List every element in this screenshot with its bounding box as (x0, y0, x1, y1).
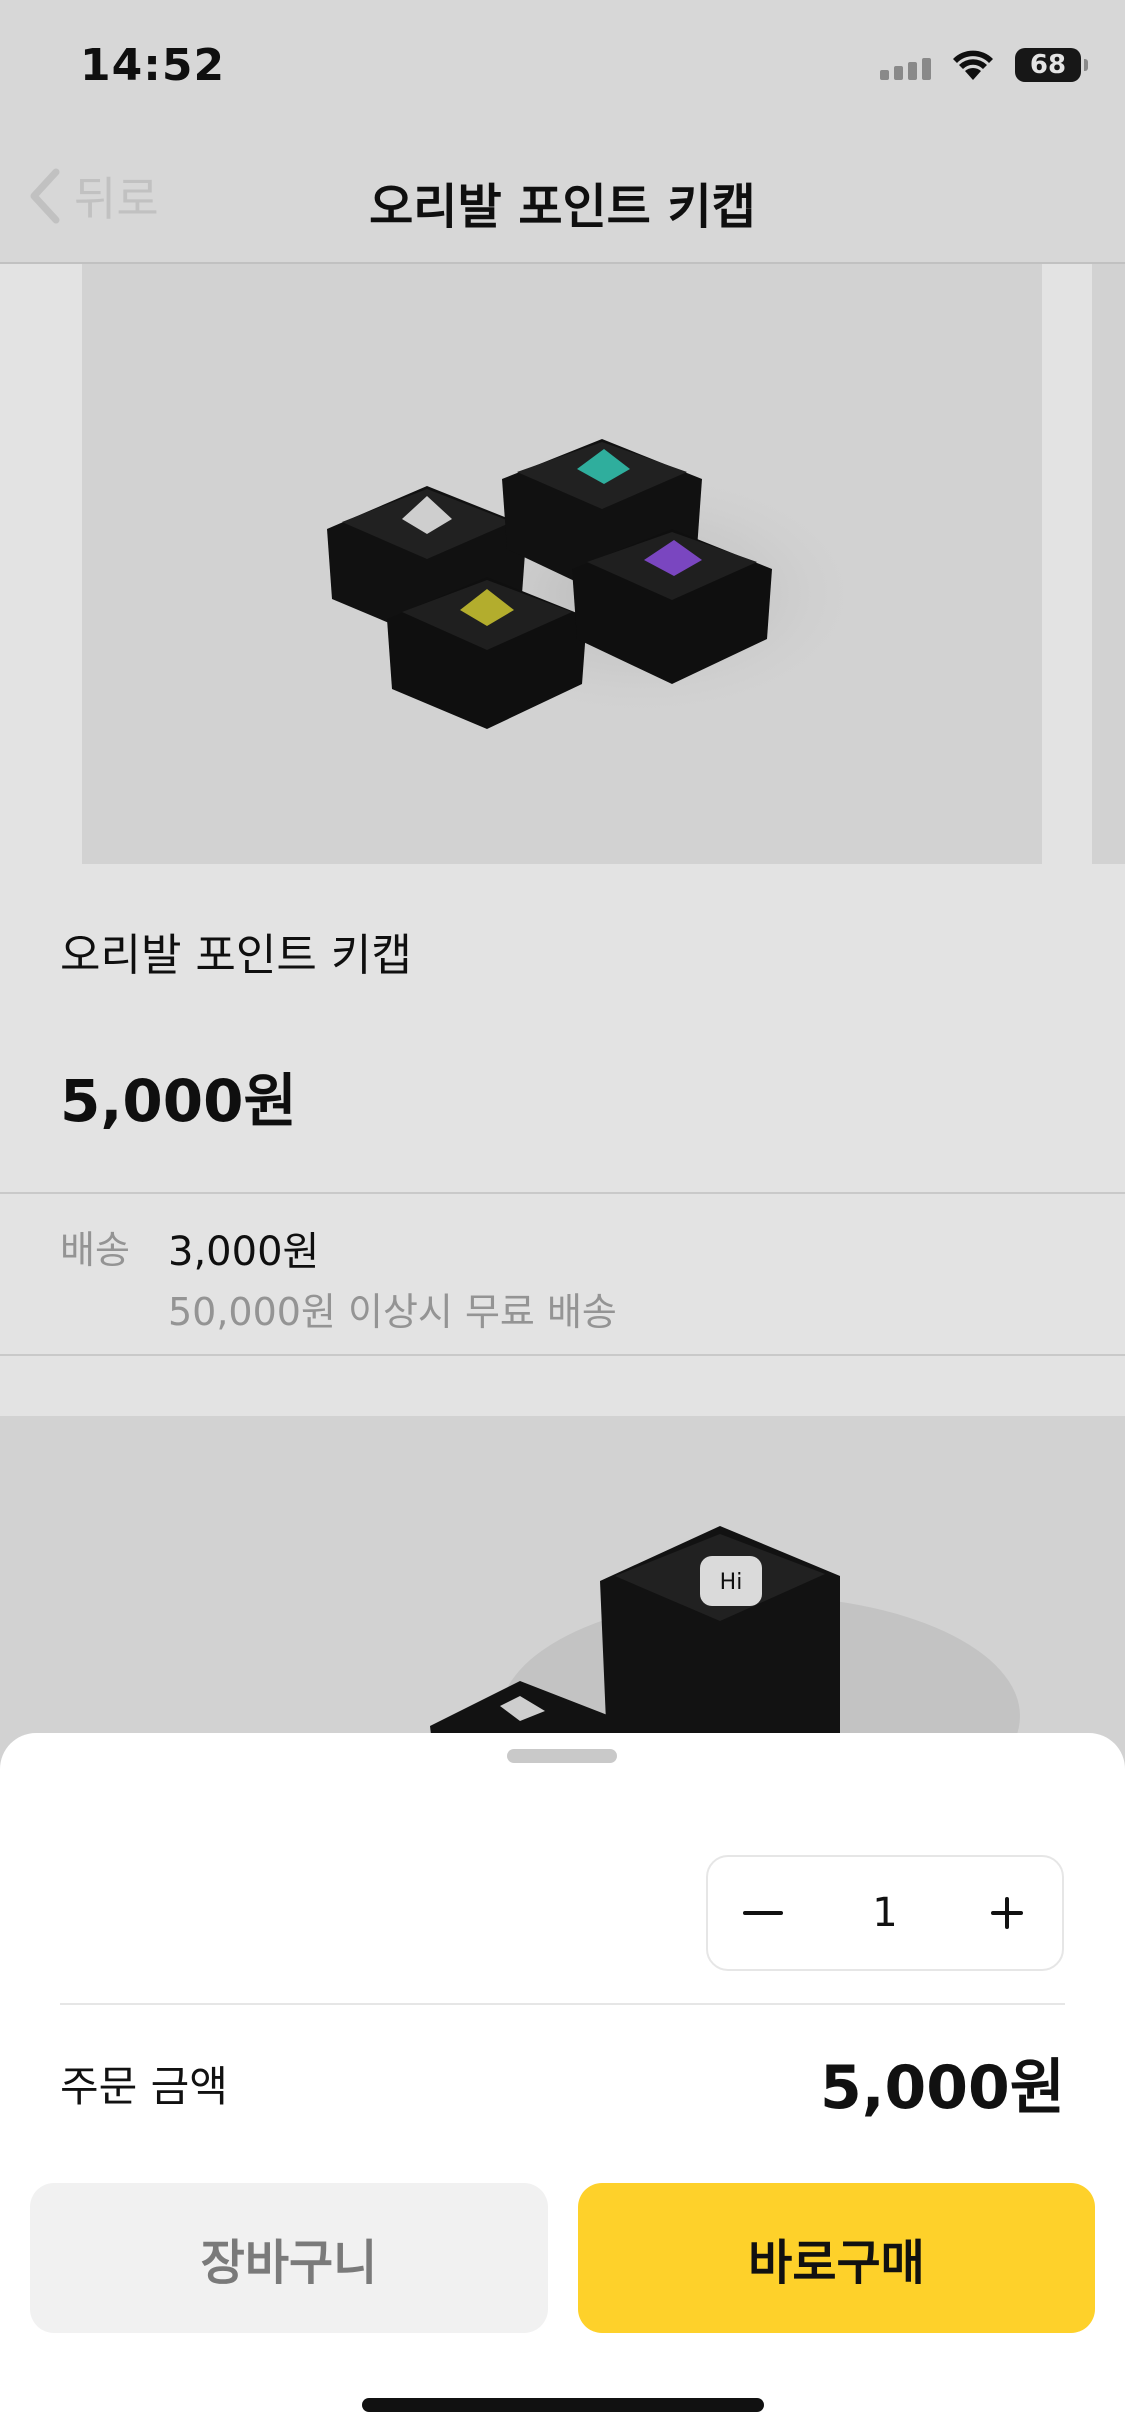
next-image-peek (1092, 264, 1125, 864)
status-icons: 68 (880, 48, 1088, 82)
shipping-label: 배송 (60, 1228, 130, 1272)
product-image[interactable] (82, 264, 1042, 864)
plus-icon (990, 1897, 1023, 1929)
buy-now-button[interactable]: 바로구매 (578, 2183, 1095, 2333)
nav-bar: 뒤로 오리발 포인트 키캡 (0, 133, 1125, 264)
purchase-bottom-sheet: 1 주문 금액 5,000원 장바구니 바로구매 (0, 1733, 1125, 2436)
order-amount-label: 주문 금액 (60, 2062, 228, 2111)
product-name: 오리발 포인트 키캡 (60, 930, 412, 981)
quantity-value[interactable]: 1 (872, 1890, 897, 1936)
product-detail-screen: 14:52 68 뒤로 오리발 포인트 키캡 오리발 포인트 키캡 5,000원… (0, 0, 1125, 2436)
status-bar: 14:52 68 (0, 0, 1125, 133)
shipping-fee: 3,000원 (168, 1229, 320, 1275)
wifi-icon (951, 48, 995, 82)
order-amount-value: 5,000원 (820, 2053, 1065, 2123)
svg-text:Hi: Hi (720, 1570, 743, 1595)
shipping-note: 50,000원 이상시 무료 배송 (168, 1290, 617, 1334)
divider (60, 2003, 1065, 2005)
home-indicator[interactable] (362, 2398, 764, 2412)
battery-level: 68 (1029, 50, 1067, 80)
page-title: 오리발 포인트 키캡 (369, 179, 756, 235)
divider (0, 1354, 1125, 1356)
product-price: 5,000원 (60, 1067, 297, 1135)
quantity-stepper: 1 (706, 1855, 1064, 1971)
battery-icon: 68 (1015, 48, 1088, 82)
status-time: 14:52 (80, 40, 226, 91)
minus-icon (743, 1911, 783, 1915)
signal-icon (880, 50, 931, 80)
keycaps-illustration (327, 439, 872, 729)
drag-handle[interactable] (507, 1749, 617, 1763)
increment-button[interactable] (952, 1857, 1062, 1969)
decrement-button[interactable] (708, 1857, 818, 1969)
add-to-cart-button[interactable]: 장바구니 (30, 2183, 548, 2333)
divider (0, 1192, 1125, 1194)
